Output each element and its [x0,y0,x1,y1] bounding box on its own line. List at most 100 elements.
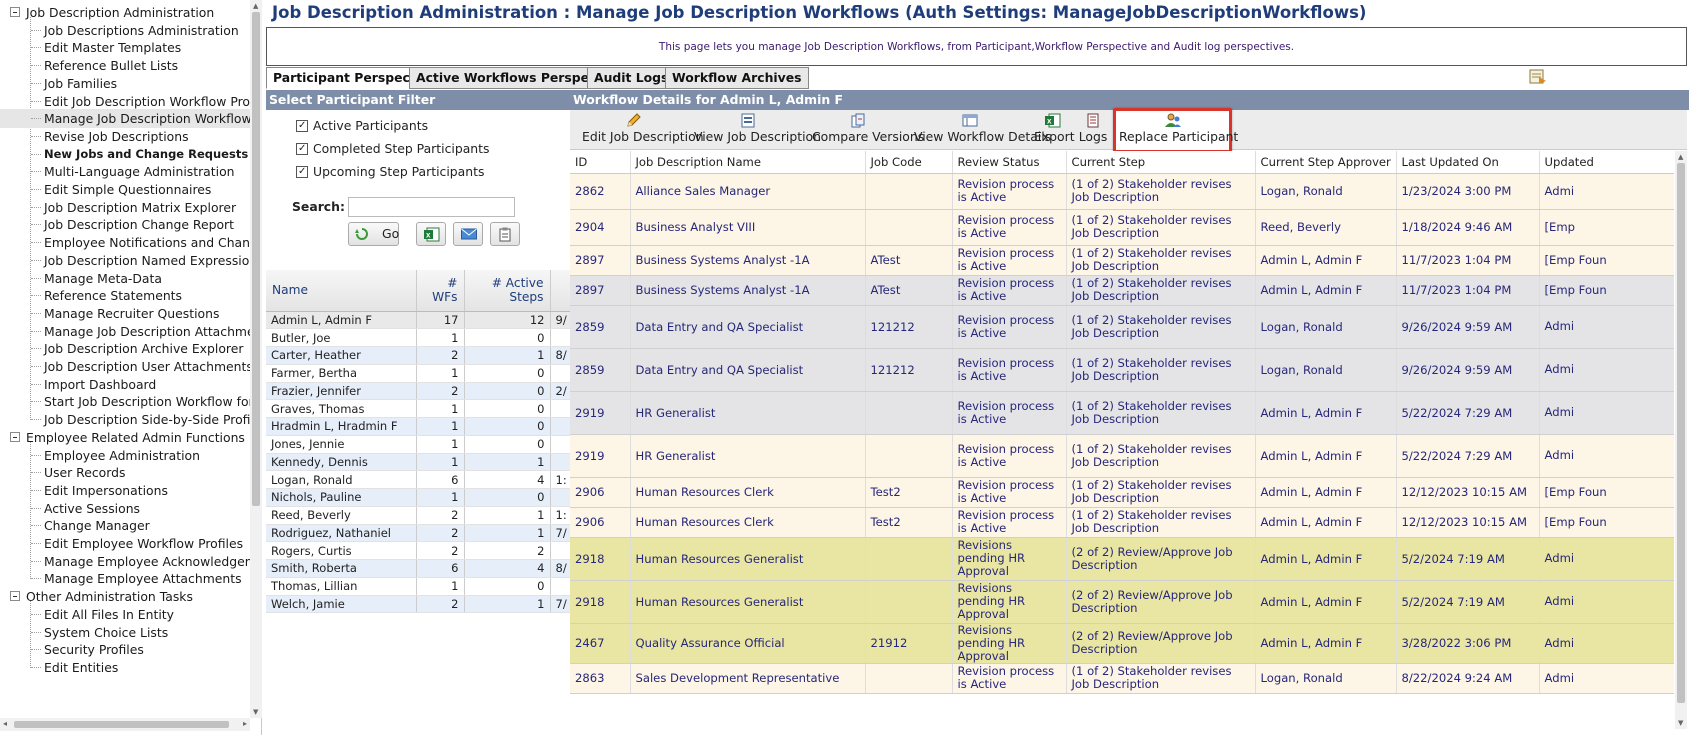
view-job-description-button[interactable]: View Job Description [694,112,821,148]
workflow-row[interactable]: 2863 Sales Development Representative Revi… [570,663,1674,694]
participant-name[interactable]: Nichols, Pauline [266,488,417,507]
go-button[interactable]: Go [348,222,399,246]
checkbox-checked-icon[interactable] [296,163,308,181]
workflow-job-name[interactable]: Business Analyst VIII [630,209,866,246]
workflow-job-name[interactable]: HR Generalist [630,391,866,435]
participant-row[interactable]: Welch, Jamie 2 1 7/ [266,595,593,614]
workflow-id[interactable]: 2919 [570,391,631,435]
participant-name[interactable]: Farmer, Bertha [266,364,417,383]
participant-name[interactable]: Thomas, Lillian [266,577,417,596]
replace-participant-button[interactable]: Replace Participant [1119,112,1238,148]
workflow-job-name[interactable]: Business Systems Analyst -1A [630,275,866,306]
participant-row[interactable]: Farmer, Bertha 1 0 [266,364,593,383]
column-header-last-updated-on[interactable]: Last Updated On [1396,151,1540,174]
logs-button[interactable]: Logs [1078,112,1108,148]
tree-horizontal-scrollbar[interactable]: ◂ ▸ [0,718,250,731]
participant-row[interactable]: Thomas, Lillian 1 0 [266,577,593,596]
workflow-id[interactable]: 2862 [570,173,631,210]
tab-audit-logs[interactable]: Audit Logs [587,67,676,89]
workflow-id[interactable]: 2918 [570,580,631,624]
column-header-id[interactable]: ID [570,151,631,174]
participant-row[interactable]: Nichols, Pauline 1 0 [266,488,593,507]
tree-group-job-description-administration[interactable]: Job Description Administration [0,3,214,22]
export-button[interactable]: x Export [1034,112,1075,148]
tab-workflow-archives[interactable]: Workflow Archives [665,67,809,89]
export-report-icon[interactable] [1529,69,1547,85]
workflow-row[interactable]: 2897 Business Systems Analyst -1A ATest Rev… [570,245,1674,276]
tree-group-other-administration-tasks[interactable]: Other Administration Tasks [0,587,193,606]
workflow-row[interactable]: 2859 Data Entry and QA Specialist 121212 Re… [570,305,1674,349]
participant-row[interactable]: Frazier, Jennifer 2 0 2/ [266,382,593,401]
column-header-name[interactable]: Name [266,270,417,312]
scroll-left-icon[interactable]: ◂ [3,719,7,728]
scroll-up-icon[interactable]: ▲ [1678,153,1683,161]
workflow-row[interactable]: 2904 Business Analyst VIII Revision proces… [570,209,1674,246]
scroll-down-icon[interactable]: ▼ [1678,719,1683,727]
scrollbar-thumb[interactable] [14,721,229,728]
workflow-id[interactable]: 2897 [570,245,631,276]
column-header-wfs[interactable]: # WFs [416,270,465,312]
workflow-id[interactable]: 2906 [570,507,631,538]
workflow-job-name[interactable]: Data Entry and QA Specialist [630,348,866,392]
column-header-current-step-approver[interactable]: Current Step Approver [1255,151,1397,174]
search-input[interactable] [348,197,515,217]
workflow-job-name[interactable]: Data Entry and QA Specialist [630,305,866,349]
workflow-row[interactable]: 2919 HR Generalist Revision process is Act… [570,434,1674,478]
workflow-id[interactable]: 2467 [570,623,631,664]
workflow-id[interactable]: 2906 [570,477,631,508]
participant-row[interactable]: Hradmin L, Hradmin F10 [266,417,593,436]
participant-row[interactable]: Graves, Thomas 1 0 [266,399,593,418]
workflow-id[interactable]: 2904 [570,209,631,246]
workflow-row[interactable]: 2862 Alliance Sales Manager Revision proce… [570,173,1674,210]
workflow-id[interactable]: 2918 [570,537,631,581]
email-button[interactable] [453,222,483,246]
column-header-job-description-name[interactable]: Job Description Name [630,151,866,174]
workflow-job-name[interactable]: Human Resources Generalist [630,580,866,624]
participant-row[interactable]: Butler, Joe 1 0 [266,328,593,347]
workflow-job-name[interactable]: HR Generalist [630,434,866,478]
column-header-job-code[interactable]: Job Code [865,151,953,174]
tree-vertical-scrollbar[interactable]: ▲ ▼ [250,0,262,718]
column-header-current-step[interactable]: Current Step [1066,151,1256,174]
workflow-job-name[interactable]: Sales Development Representative [630,663,866,694]
scrollbar-thumb[interactable] [1677,163,1685,703]
checkbox-checked-icon[interactable] [296,140,308,158]
participant-row[interactable]: Carter, Heather 2 1 8/ [266,346,593,365]
workflow-job-name[interactable]: Human Resources Clerk [630,507,866,538]
participant-row[interactable]: Rogers, Curtis 2 2 [266,541,593,560]
participant-name[interactable]: Graves, Thomas [266,399,417,418]
filter-active-participants[interactable]: Active Participants [296,117,428,135]
participant-name[interactable]: Rodriguez, Nathaniel [266,524,417,543]
workflow-row[interactable]: 2906 Human Resources Clerk Test2 Revision p… [570,507,1674,538]
participant-row[interactable]: Jones, Jennie 1 0 [266,435,593,454]
workflow-row[interactable]: 2467 Quality Assurance Official 21912 Revis… [570,623,1674,664]
scroll-right-icon[interactable]: ▸ [243,719,247,728]
workflow-id[interactable]: 2863 [570,663,631,694]
participant-name[interactable]: Hradmin L, Hradmin F [266,417,417,436]
workflow-job-name[interactable]: Business Systems Analyst -1A [630,245,866,276]
participant-name[interactable]: Butler, Joe [266,328,417,347]
participant-row[interactable]: Kennedy, Dennis 1 1 [266,453,593,472]
participant-row[interactable]: Logan, Ronald 6 4 1: [266,470,593,489]
participant-row[interactable]: Rodriguez, Nathaniel 2 1 7/ [266,524,593,543]
participant-name[interactable]: Frazier, Jennifer [266,382,417,401]
view-workflow-details-button[interactable]: View Workflow Details [914,112,1051,148]
workflow-id[interactable]: 2897 [570,275,631,306]
participant-name[interactable]: Admin L, Admin F [266,311,417,330]
checkbox-checked-icon[interactable] [296,117,308,135]
participant-name[interactable]: Reed, Beverly [266,506,417,525]
workflow-id[interactable]: 2859 [570,305,631,349]
participant-name[interactable]: Logan, Ronald [266,470,417,489]
participant-name[interactable]: Rogers, Curtis [266,541,417,560]
compare-versions-button[interactable]: Compare Versions [812,112,924,148]
collapse-icon[interactable] [10,431,20,442]
participant-name[interactable]: Smith, Roberta [266,559,417,578]
scrollbar-thumb[interactable] [252,12,260,506]
workflow-row[interactable]: 2918 Human Resources Generalist Revisions … [570,537,1674,581]
workflow-row[interactable]: 2918 Human Resources Generalist Revisions … [570,580,1674,624]
column-header-active-steps[interactable]: # Active Steps [464,270,551,312]
workflow-job-name[interactable]: Alliance Sales Manager [630,173,866,210]
workflow-row[interactable]: 2906 Human Resources Clerk Test2 Revision p… [570,477,1674,508]
scroll-up-icon[interactable]: ▲ [253,2,258,10]
participant-row[interactable]: Reed, Beverly 2 1 1: [266,506,593,525]
